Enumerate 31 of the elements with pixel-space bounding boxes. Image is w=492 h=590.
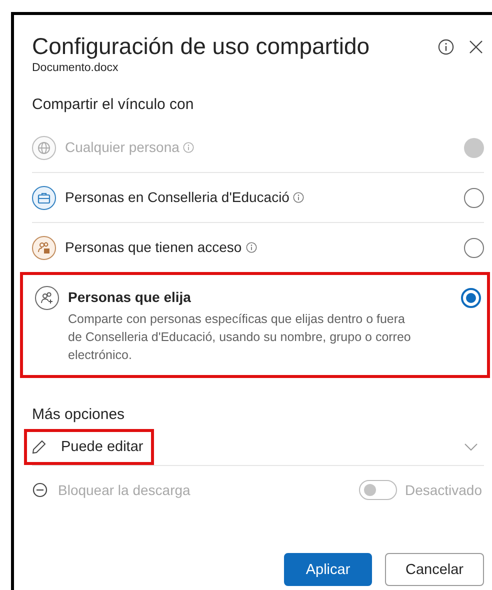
permission-dropdown[interactable]: Puede editar: [24, 429, 154, 465]
section-heading: Compartir el vínculo con: [32, 96, 195, 113]
close-button[interactable]: [468, 39, 484, 55]
info-icon[interactable]: [246, 242, 257, 253]
option-label: Bloquear la descarga: [58, 482, 192, 498]
info-button[interactable]: [438, 39, 454, 55]
dialog-title: Configuración de uso compartido: [32, 32, 371, 61]
globe-icon: [32, 136, 56, 160]
section-heading: Más opciones: [32, 406, 126, 423]
pencil-icon: [31, 439, 47, 455]
info-icon[interactable]: [183, 142, 194, 153]
people-add-icon: [35, 286, 59, 310]
option-description: Comparte con personas específicas que elijas dentro o fuera de Conselleria d'Educació, usando su nombre, grupo o correo electrónico.: [68, 311, 412, 364]
radio-button[interactable]: [464, 238, 484, 258]
info-icon[interactable]: [293, 192, 304, 203]
option-label: Personas que tienen acceso: [65, 239, 242, 255]
option-label: Cualquier persona: [65, 139, 180, 155]
radio-button[interactable]: [464, 188, 484, 208]
highlighted-option[interactable]: Personas que elija Comparte con personas específicas que elijas dentro o fuera de Conselleria d'Educació, usando su nombre, grupo o correo electrónico.: [20, 272, 490, 378]
toggle-switch[interactable]: [358, 480, 397, 500]
toggle-state-label: Desactivado: [404, 482, 482, 498]
briefcase-icon: [32, 186, 56, 210]
people-lock-icon: [32, 236, 56, 260]
chevron-down-icon[interactable]: [464, 443, 478, 451]
cancel-button[interactable]: Cancelar: [385, 553, 484, 586]
apply-button[interactable]: Aplicar: [284, 553, 372, 586]
radio-button[interactable]: [461, 288, 481, 308]
option-label: Personas en Conselleria d'Educació: [65, 189, 290, 205]
option-label: Personas que elija: [68, 289, 191, 305]
minus-circle-icon: [32, 482, 48, 498]
file-name: Documento.docx: [32, 62, 120, 74]
